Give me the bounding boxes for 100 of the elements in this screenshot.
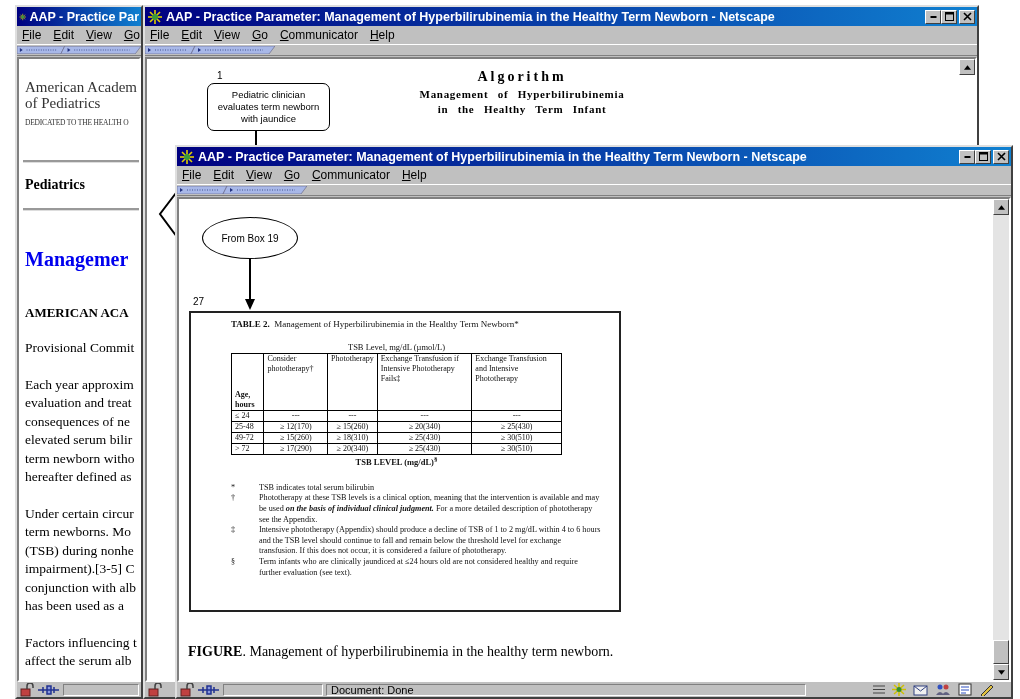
- plug-icon[interactable]: [38, 683, 60, 696]
- menu-item[interactable]: View: [246, 168, 272, 182]
- maximize-icon: [978, 152, 988, 161]
- footnote-symbol: †: [231, 493, 237, 505]
- footnote-text: Term infants who are clinically jaundiced at ≤24 hours old are not considered healthy and require further evaluation (see text).: [259, 557, 579, 579]
- close-button[interactable]: [959, 9, 975, 24]
- table-cell: ---: [471, 410, 562, 422]
- paragraph: Under certain circur term newborns. Mo (TSB) during nonhe impairment).[3-5] C conjunction with alb has been used as a: [25, 504, 137, 615]
- minimize-button[interactable]: [959, 149, 975, 164]
- toolbar-grip[interactable]: [145, 46, 275, 54]
- menu-item[interactable]: View: [86, 28, 112, 42]
- table-title: TABLE 2. Management of Hyperbilirubinemia in the Healthy Term Newborn*: [231, 319, 520, 329]
- scroll-thumb[interactable]: [993, 640, 1009, 664]
- algorithm-subtitle: Management of Hyperbilirubinemia in the Healthy Term Infant: [418, 87, 626, 117]
- table-cell: ≥ 18(310): [327, 432, 378, 444]
- up-arrow-icon: [963, 64, 971, 70]
- window-title: AAP - Practice Parameter: Management of Hyperbilirubinemia in the Healthy Term Newborn - Netscape: [198, 149, 808, 164]
- minimize-button[interactable]: [925, 9, 941, 24]
- footnote-text: Intensive phototherapy (Appendix) should produce a decline of TSB of 1 to 2 mg/dL within 4 to 6 hours and the TSB level should continue to fall and remain below the threshold level for exchange transfusion. If this does not occur, it is considered a failure of phototherapy.: [259, 525, 601, 557]
- scrollbar[interactable]: [993, 199, 1009, 680]
- menu-item[interactable]: Communicator: [311, 168, 390, 182]
- menu-item[interactable]: Go: [251, 28, 268, 42]
- toolbar-grip[interactable]: [17, 46, 141, 54]
- footnote-text: Phototherapy at these TSB levels is a clinical option, meaning that the intervention is available and may be used on the basis of individual clinical judgment. For a more detailed description of phototherapy see the Appendix.: [259, 493, 601, 526]
- table-header-note: TSB Level, mg/dL (µmol/L): [346, 342, 447, 352]
- menu-item[interactable]: File: [150, 28, 170, 42]
- plug-icon[interactable]: [198, 683, 220, 696]
- lock-icon[interactable]: [147, 682, 163, 697]
- footnote-symbol: §: [231, 557, 237, 568]
- table-cell: ≥ 17(290): [263, 443, 328, 455]
- people-icon[interactable]: [935, 683, 951, 696]
- menu-item[interactable]: Communicator: [279, 28, 358, 42]
- table-cell: ≥ 25(430): [471, 421, 562, 433]
- table-cell: ≥ 12(170): [263, 421, 328, 433]
- table-cell: ≥ 20(340): [377, 421, 472, 433]
- committee-line: Provisional Commit: [25, 339, 136, 357]
- down-arrow-icon: [997, 669, 1005, 675]
- lock-icon[interactable]: [19, 682, 35, 697]
- menu-item[interactable]: View: [214, 28, 240, 42]
- table-cell: 49-72: [231, 432, 264, 444]
- maximize-icon: [944, 12, 954, 21]
- menu-item[interactable]: Go: [283, 168, 300, 182]
- article-heading: Managemer: [25, 248, 130, 271]
- table-cell: ---: [377, 410, 472, 422]
- column-header: Exchange Transfusion if Intensive Phototherapy Fails‡: [377, 353, 472, 411]
- table-cell: ≥ 25(430): [377, 432, 472, 444]
- close-icon: [962, 12, 972, 21]
- table-cell: ≥ 30(510): [471, 432, 562, 444]
- status-text: Document: Done: [326, 683, 806, 696]
- table-cell: ≤ 24: [231, 410, 264, 422]
- window-title: AAP - Practice Parameter: Management of Hyperbilirubinemia in the Healthy Term Newborn - Netscape: [166, 9, 776, 24]
- column-header: Consider phototherapy†: [263, 353, 328, 411]
- table-cell: ---: [327, 410, 378, 422]
- document-icon[interactable]: [957, 683, 973, 696]
- maximize-button[interactable]: [941, 9, 957, 24]
- algorithm-title: Algorithm: [476, 69, 568, 85]
- menu-item[interactable]: File: [22, 28, 42, 42]
- menu-item[interactable]: Help: [369, 28, 395, 42]
- author-line: AMERICAN ACA: [25, 305, 130, 321]
- table-cell: ≥ 15(260): [327, 421, 378, 433]
- mail-icon[interactable]: [913, 683, 929, 696]
- menu-item[interactable]: Help: [401, 168, 427, 182]
- paragraph: Factors influencing t affect the serum alb: [25, 633, 138, 670]
- maximize-button[interactable]: [975, 149, 991, 164]
- table-cell: ≥ 30(510): [471, 443, 562, 455]
- menu-item[interactable]: File: [182, 168, 202, 182]
- scroll-up-button[interactable]: [959, 59, 975, 75]
- table-cell: 25-48: [231, 421, 264, 433]
- footnote-symbol: *: [231, 482, 237, 494]
- column-header: Exchange Transfusion and Intensive Phototherapy: [471, 353, 562, 411]
- table-cell: ≥ 25(430): [377, 443, 472, 455]
- menu-item[interactable]: Edit: [181, 28, 203, 42]
- step-number: 27: [193, 296, 205, 307]
- paragraph: Each year approxim evaluation and treat consequences of ne elevated serum bilir term newborn witho hereafter defined as: [25, 375, 136, 486]
- starburst-icon[interactable]: [891, 683, 907, 696]
- table-cell: ---: [263, 410, 328, 422]
- table-cell: ≥ 15(260): [263, 432, 328, 444]
- arrow: [244, 259, 256, 310]
- site-logo-text: American Academ of Pediatrics: [25, 79, 139, 111]
- scroll-down-button[interactable]: [993, 664, 1009, 680]
- footnote-text: TSB indicates total serum bilirubin: [259, 482, 375, 494]
- column-header: Age, hours: [231, 353, 264, 411]
- toolbar-grip[interactable]: [177, 186, 307, 194]
- menu-item[interactable]: Go: [123, 28, 140, 42]
- menu-item[interactable]: Edit: [53, 28, 75, 42]
- step-number: 1: [217, 70, 223, 81]
- close-icon: [996, 152, 1006, 161]
- footnote-symbol: ‡: [231, 525, 237, 537]
- menu-lines-icon[interactable]: [873, 684, 885, 695]
- starburst-icon[interactable]: [147, 8, 163, 25]
- minimize-icon: [929, 15, 937, 18]
- scroll-up-button[interactable]: [993, 199, 1009, 215]
- figure-caption: FIGURE. Management of hyperbilirubinemia in the healthy term newborn.: [188, 644, 614, 660]
- close-button[interactable]: [993, 149, 1009, 164]
- table-cell: ≥ 20(340): [327, 443, 378, 455]
- flowchart-step-box: Pediatric clinician evaluates term newborn with jaundice: [207, 83, 330, 131]
- menu-item[interactable]: Edit: [213, 168, 235, 182]
- lock-icon[interactable]: [179, 682, 195, 697]
- minimize-icon: [963, 155, 971, 158]
- starburst-icon[interactable]: [179, 148, 195, 165]
